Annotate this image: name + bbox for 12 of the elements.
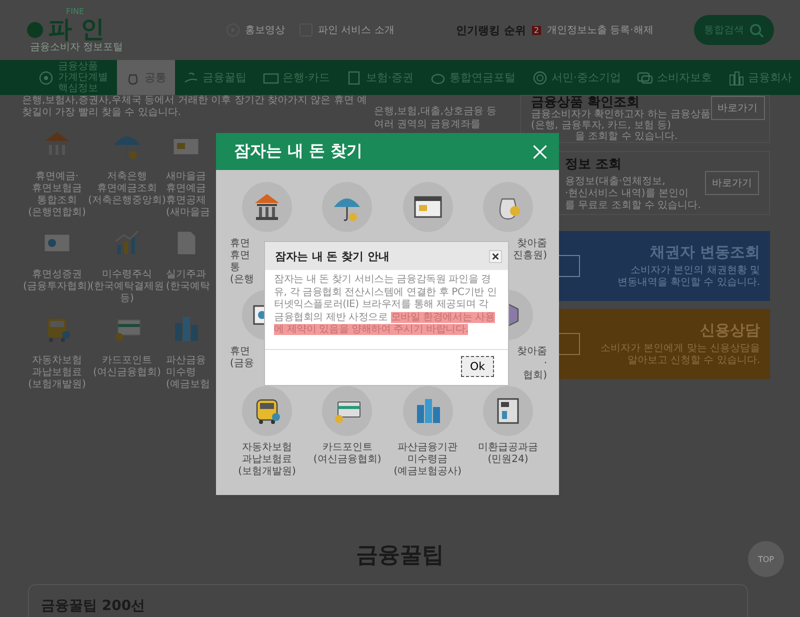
- logo-eyebrow: FINE: [66, 7, 85, 16]
- intro-text: 은행,보험사,증권사,우체국 등에서 거래한 이후 장기간 찾아가지 않은 휴면 예 찾길이 가장 빨리 찾을 수 있습니다.: [22, 95, 367, 120]
- card-text: 은행,보험,대출,상호금융 등 여러 권역의 금융계좌를: [374, 105, 497, 131]
- card-description: 금융소비자가 확인하고자 하는 금융상품 (은행, 금융투자, 카드, 보험 등) 을 조회할 수 있습니다.: [531, 109, 711, 142]
- card-description: 소비자가 본인에게 맞는 신용상담을 알아보고 신청할 수 있습니다.: [600, 343, 760, 367]
- logo-tagline: 금융소비자 정보포털: [30, 42, 124, 53]
- dialog-title: 잠자는 내 돈 찾기 안내: [275, 248, 390, 264]
- card-description: 소비자가 본인의 채권현황 및 변동내역을 확인할 수 있습니다.: [617, 265, 760, 289]
- card-title: 채권자 변동조회: [650, 243, 760, 262]
- card-description: 용정보(대출·연체정보, ·현신서비스 내역)를 본인이 를 무료로 조회할 수 있습니다.: [564, 176, 701, 212]
- rank-badge: 2: [532, 26, 541, 34]
- modal-title: 잠자는 내 돈 찾기: [234, 141, 363, 162]
